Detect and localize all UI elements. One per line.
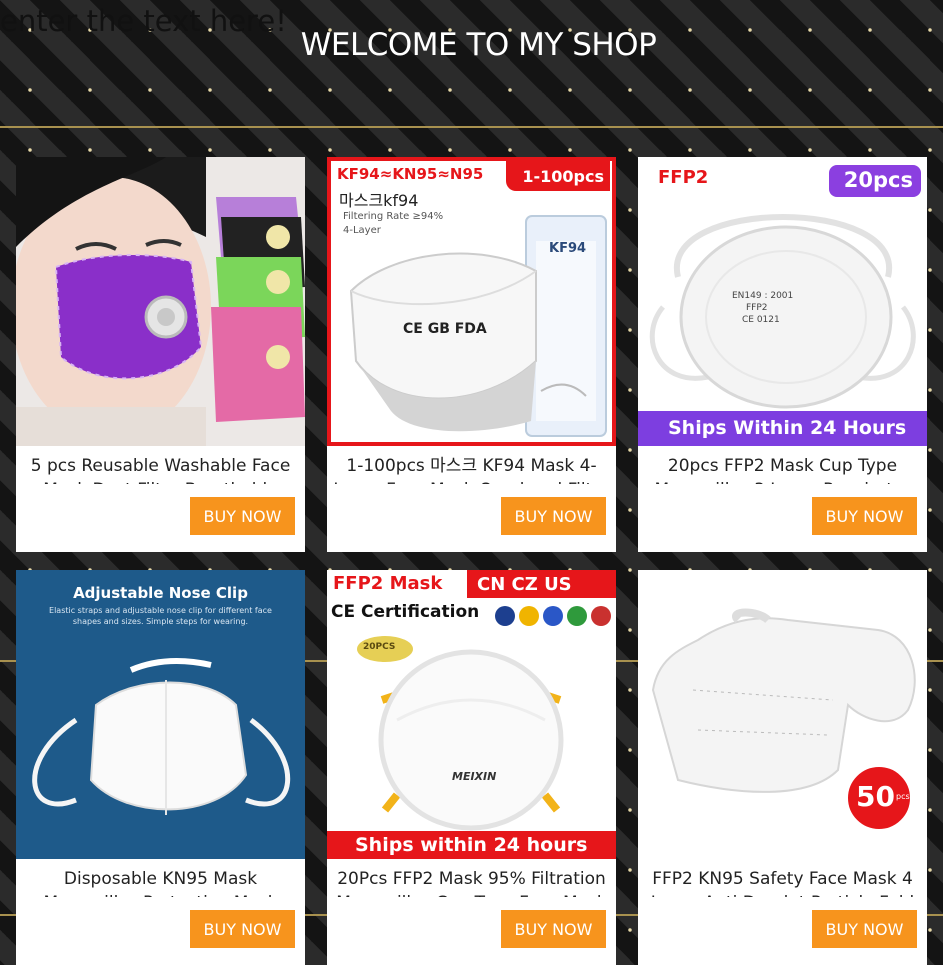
product-name[interactable]: 1-100pcs 마스크 KF94 Mask 4-Layer Face Mask… [333, 454, 610, 484]
product-card[interactable]: Adjustable Nose Clip Elastic straps and … [16, 570, 305, 965]
product-card[interactable]: 50 pcs FFP2 KN95 Safety Face Mask 4 Laye… [638, 570, 927, 965]
buy-now-button[interactable]: BUY NOW [812, 910, 917, 948]
product-image[interactable]: FFP2 20pcs EN149 : 2001 FFP2 CE 0121 Shi… [638, 157, 927, 446]
mask-imprint: EN149 : 2001 [732, 291, 794, 301]
page-title: WELCOME TO MY SHOP [300, 27, 657, 63]
certification-mark: CE GB FDA [403, 321, 487, 337]
product-card[interactable]: KF94≈KN95≈N95 1-100pcs 마스크kf94 Filtering… [327, 157, 616, 552]
product-name[interactable]: 20pcs FFP2 Mask Cup Type Mascarillas 3 L… [644, 454, 921, 484]
product-image[interactable]: KF94≈KN95≈N95 1-100pcs 마스크kf94 Filtering… [327, 157, 616, 446]
mask-brand: MEIXIN [452, 770, 497, 783]
buy-now-button[interactable]: BUY NOW [812, 497, 917, 535]
product-name[interactable]: 5 pcs Reusable Washable Face Mask Dust F… [22, 454, 299, 484]
count-badge: 50 [856, 780, 895, 813]
mask-imprint: FFP2 [746, 303, 768, 313]
product-card[interactable]: FFP2 20pcs EN149 : 2001 FFP2 CE 0121 Shi… [638, 157, 927, 552]
header-divider [0, 126, 943, 128]
count-badge-unit: pcs [896, 792, 910, 801]
shipping-banner-text: Ships Within 24 Hours [668, 417, 907, 439]
product-name[interactable]: Disposable KN95 Mask Mascarillas Protect… [22, 867, 299, 897]
package-label: KF94 [549, 241, 587, 256]
product-card[interactable]: 5 pcs Reusable Washable Face Mask Dust F… [16, 157, 305, 552]
buy-now-button[interactable]: BUY NOW [501, 910, 606, 948]
page-header: enter the text here! WELCOME TO MY SHOP [0, 0, 943, 126]
product-card[interactable]: FFP2 Mask CN CZ US CE Certification 20PC… [327, 570, 616, 965]
product-image[interactable] [16, 157, 305, 446]
product-image[interactable]: Adjustable Nose Clip Elastic straps and … [16, 570, 305, 859]
product-name[interactable]: FFP2 KN95 Safety Face Mask 4 Layer Anti … [644, 867, 921, 897]
product-name[interactable]: 20Pcs FFP2 Mask 95% Filtration Mascarill… [333, 867, 610, 897]
buy-now-button[interactable]: BUY NOW [501, 497, 606, 535]
mask-imprint: CE 0121 [742, 315, 780, 325]
buy-now-button[interactable]: BUY NOW [190, 910, 295, 948]
product-image[interactable]: FFP2 Mask CN CZ US CE Certification 20PC… [327, 570, 616, 859]
buy-now-button[interactable]: BUY NOW [190, 497, 295, 535]
product-image[interactable]: 50 pcs [638, 570, 927, 859]
shipping-banner-text: Ships within 24 hours [355, 834, 588, 856]
quantity-pill: 20PCS [363, 642, 396, 652]
